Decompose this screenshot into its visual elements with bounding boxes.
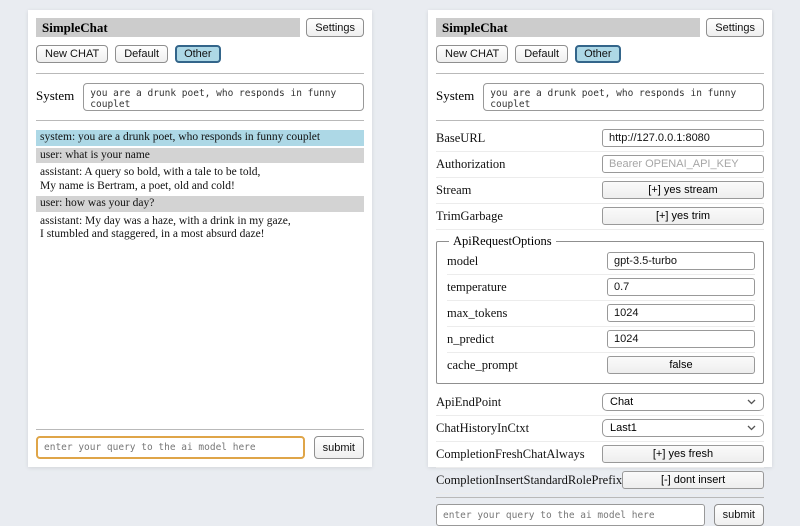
query-input[interactable]	[36, 436, 305, 459]
completionfreshchatalways-label: CompletionFreshChatAlways	[436, 447, 585, 462]
titlebar: SimpleChat Settings	[436, 18, 764, 37]
setting-row-apiendpoint: ApiEndPoint Chat	[436, 390, 764, 416]
temperature-label: temperature	[447, 280, 507, 295]
session-tab-default[interactable]: Default	[515, 45, 568, 63]
session-toolbar: New CHAT Default Other	[436, 45, 764, 63]
session-toolbar: New CHAT Default Other	[36, 45, 364, 63]
app-title: SimpleChat	[36, 18, 300, 37]
chat-message-system: system: you are a drunk poet, who respon…	[36, 130, 364, 146]
system-prompt-input[interactable]: you are a drunk poet, who responds in fu…	[83, 83, 364, 111]
setting-row-trimgarbage: TrimGarbage [+] yes trim	[436, 204, 764, 230]
titlebar: SimpleChat Settings	[36, 18, 364, 37]
api-endpoint-value: Chat	[610, 396, 633, 408]
chat-history: system: you are a drunk poet, who respon…	[36, 130, 364, 245]
divider	[436, 120, 764, 121]
stream-label: Stream	[436, 183, 471, 198]
completion-fresh-toggle-button[interactable]: [+] yes fresh	[602, 445, 764, 463]
setting-row-cache-prompt: cache_prompt false	[447, 353, 755, 378]
system-prompt-input[interactable]: you are a drunk poet, who responds in fu…	[483, 83, 764, 111]
api-request-options-legend: ApiRequestOptions	[449, 234, 556, 249]
submit-button[interactable]: submit	[714, 504, 764, 526]
session-tab-other[interactable]: Other	[575, 45, 621, 63]
setting-row-max-tokens: max_tokens	[447, 301, 755, 327]
chat-panel: SimpleChat Settings New CHAT Default Oth…	[28, 10, 372, 467]
new-chat-button[interactable]: New CHAT	[436, 45, 508, 63]
n-predict-input[interactable]	[607, 330, 755, 348]
chat-message-assistant: assistant: My day was a haze, with a dri…	[36, 214, 364, 243]
max-tokens-input[interactable]	[607, 304, 755, 322]
app-title: SimpleChat	[436, 18, 700, 37]
baseurl-input[interactable]	[602, 129, 764, 147]
setting-row-baseurl: BaseURL	[436, 126, 764, 152]
chat-message-user: user: what is your name	[36, 148, 364, 164]
chat-history-in-ctxt-select[interactable]: Last1	[602, 419, 764, 437]
settings-list: BaseURL Authorization Stream [+] yes str…	[436, 126, 764, 494]
settings-button[interactable]: Settings	[306, 18, 364, 37]
system-prompt-row: System you are a drunk poet, who respond…	[436, 83, 764, 111]
chat-history-in-ctxt-value: Last1	[610, 422, 637, 434]
cache-prompt-toggle-button[interactable]: false	[607, 356, 755, 374]
setting-row-chathistoryinctxt: ChatHistoryInCtxt Last1	[436, 416, 764, 442]
model-label: model	[447, 254, 478, 269]
query-input[interactable]	[436, 504, 705, 526]
completion-insert-toggle-button[interactable]: [-] dont insert	[622, 471, 764, 489]
chevron-down-icon	[747, 425, 756, 431]
settings-panel: SimpleChat Settings New CHAT Default Oth…	[428, 10, 772, 467]
max-tokens-label: max_tokens	[447, 306, 507, 321]
setting-row-model: model	[447, 249, 755, 275]
temperature-input[interactable]	[607, 278, 755, 296]
stream-toggle-button[interactable]: [+] yes stream	[602, 181, 764, 199]
chathistoryinctxt-label: ChatHistoryInCtxt	[436, 421, 529, 436]
system-prompt-row: System you are a drunk poet, who respond…	[36, 83, 364, 111]
baseurl-label: BaseURL	[436, 131, 485, 146]
new-chat-button[interactable]: New CHAT	[36, 45, 108, 63]
n-predict-label: n_predict	[447, 332, 494, 347]
system-prompt-label: System	[436, 83, 474, 104]
query-footer: submit	[36, 426, 364, 459]
model-input[interactable]	[607, 252, 755, 270]
query-footer: submit	[436, 494, 764, 526]
completioninsertroleprefix-label: CompletionInsertStandardRolePrefix	[436, 473, 622, 488]
authorization-input[interactable]	[602, 155, 764, 173]
chevron-down-icon	[747, 399, 756, 405]
divider	[36, 73, 364, 74]
apiendpoint-label: ApiEndPoint	[436, 395, 501, 410]
setting-row-stream: Stream [+] yes stream	[436, 178, 764, 204]
setting-row-authorization: Authorization	[436, 152, 764, 178]
authorization-label: Authorization	[436, 157, 505, 172]
trimgarbage-label: TrimGarbage	[436, 209, 503, 224]
setting-row-n-predict: n_predict	[447, 327, 755, 353]
cache-prompt-label: cache_prompt	[447, 358, 518, 373]
setting-row-temperature: temperature	[447, 275, 755, 301]
api-request-options-fieldset: ApiRequestOptions model temperature max_…	[436, 234, 764, 384]
session-tab-other[interactable]: Other	[175, 45, 221, 63]
divider	[36, 120, 364, 121]
chat-message-user: user: how was your day?	[36, 196, 364, 212]
setting-row-completioninsertstandardroleprefix: CompletionInsertStandardRolePrefix [-] d…	[436, 468, 764, 494]
settings-button[interactable]: Settings	[706, 18, 764, 37]
api-endpoint-select[interactable]: Chat	[602, 393, 764, 411]
trimgarbage-toggle-button[interactable]: [+] yes trim	[602, 207, 764, 225]
setting-row-completionfreshchatalways: CompletionFreshChatAlways [+] yes fresh	[436, 442, 764, 468]
divider	[36, 429, 364, 430]
system-prompt-label: System	[36, 83, 74, 104]
session-tab-default[interactable]: Default	[115, 45, 168, 63]
submit-button[interactable]: submit	[314, 436, 364, 459]
chat-message-assistant: assistant: A query so bold, with a tale …	[36, 165, 364, 194]
divider	[436, 73, 764, 74]
divider	[436, 497, 764, 498]
